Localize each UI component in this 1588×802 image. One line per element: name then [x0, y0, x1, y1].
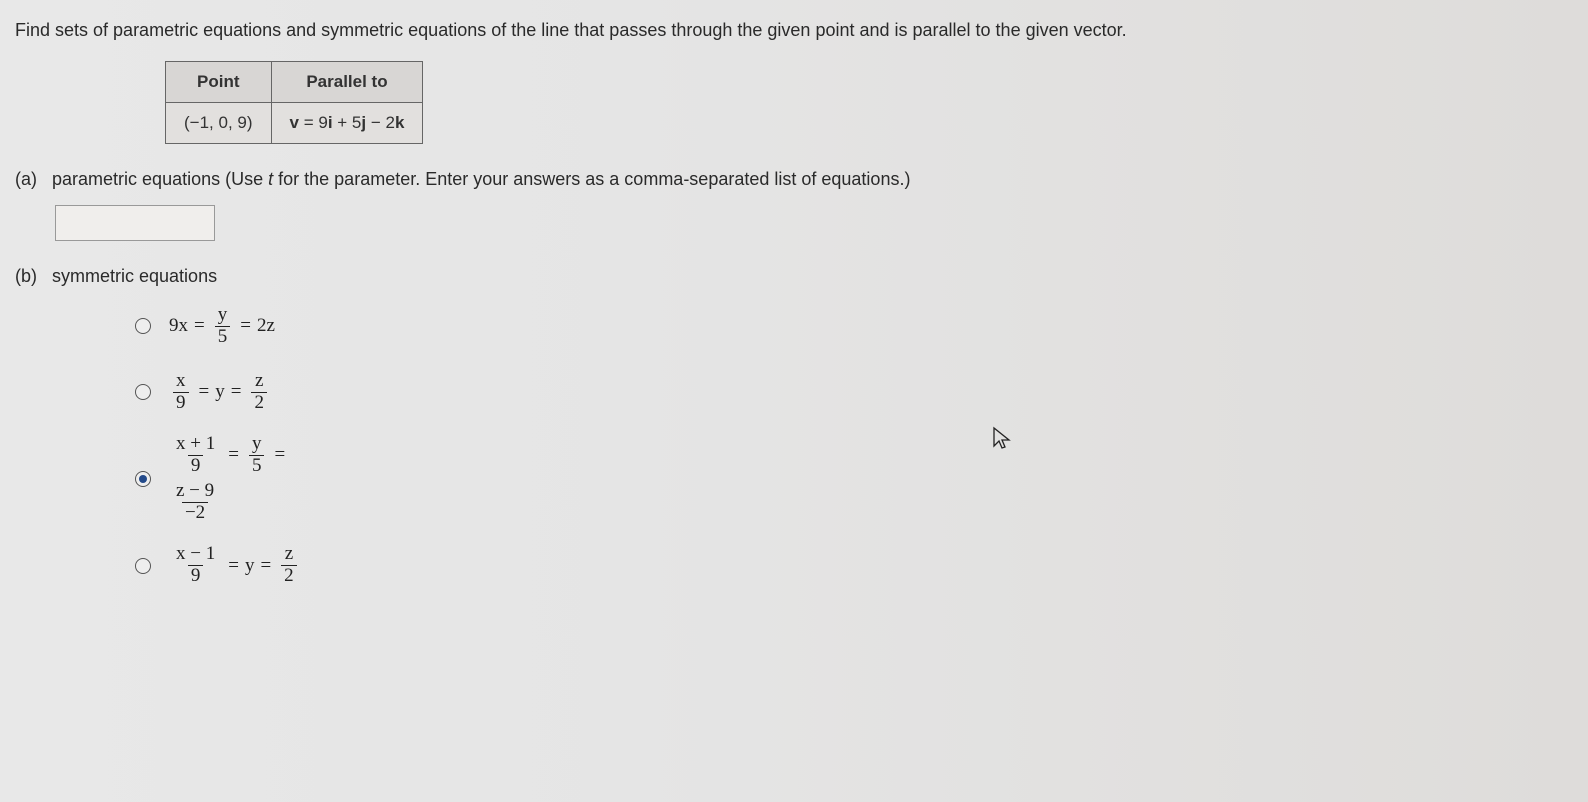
opt2-num1: x: [173, 371, 189, 392]
opt4-eq2: =: [260, 555, 271, 577]
opt2-num2: z: [252, 371, 266, 392]
opt2-frac2: z 2: [251, 371, 267, 414]
radio-option-4[interactable]: [135, 558, 151, 574]
part-b-label: (b): [15, 266, 37, 286]
opt4-frac1: x − 1 9: [173, 544, 218, 587]
vector-plus5: + 5: [333, 113, 362, 132]
vector-v: v: [290, 113, 299, 132]
opt1-den1: 5: [215, 326, 231, 348]
opt3-num1: x + 1: [173, 434, 218, 455]
opt3-num3: z − 9: [173, 481, 217, 502]
opt3-den1: 9: [188, 455, 204, 477]
radio-option-2[interactable]: [135, 384, 151, 400]
opt2-mid: y: [215, 381, 225, 403]
opt4-den1: 9: [188, 565, 204, 587]
opt2-frac1: x 9: [173, 371, 189, 414]
opt4-mid: y: [245, 555, 255, 577]
part-b: (b) symmetric equations: [15, 266, 1573, 287]
opt2-eq1: =: [199, 381, 210, 403]
opt2-den1: 9: [173, 392, 189, 414]
table-cell-vector: v = 9i + 5j − 2k: [271, 103, 423, 144]
opt1-eq1: =: [194, 315, 205, 337]
radio-option-3[interactable]: [135, 471, 151, 487]
part-b-text: symmetric equations: [52, 266, 217, 286]
opt3-frac3: z − 9 −2: [173, 481, 217, 524]
option-2[interactable]: x 9 = y = z 2: [135, 368, 1573, 416]
opt3-num2: y: [249, 434, 265, 455]
part-a-label: (a): [15, 169, 37, 189]
radio-option-1[interactable]: [135, 318, 151, 334]
opt1-eq2: =: [240, 315, 251, 337]
part-a: (a) parametric equations (Use t for the …: [15, 169, 1573, 190]
cursor-icon: [992, 426, 1012, 458]
opt1-lhs: 9x: [169, 315, 188, 337]
opt3-stacked: x + 1 9 = y 5 = z − 9 −2: [169, 434, 291, 524]
given-data-table: Point Parallel to (−1, 0, 9) v = 9i + 5j…: [165, 61, 423, 144]
symmetric-options: 9x = y 5 = 2z x 9 = y = z 2: [135, 302, 1573, 590]
opt2-den2: 2: [251, 392, 267, 414]
opt4-frac2: z 2: [281, 544, 297, 587]
option-3-equation: x + 1 9 = y 5 = z − 9 −2: [169, 434, 291, 524]
vector-eq9: = 9: [299, 113, 328, 132]
option-1-equation: 9x = y 5 = 2z: [169, 305, 275, 348]
opt1-frac1: y 5: [215, 305, 231, 348]
opt3-den2: 5: [249, 455, 265, 477]
table-header-point: Point: [166, 62, 272, 103]
option-2-equation: x 9 = y = z 2: [169, 371, 271, 414]
table-cell-point: (−1, 0, 9): [166, 103, 272, 144]
opt1-num1: y: [215, 305, 231, 326]
question-prompt: Find sets of parametric equations and sy…: [15, 20, 1573, 41]
option-3[interactable]: x + 1 9 = y 5 = z − 9 −2: [135, 434, 1573, 524]
table-header-parallel: Parallel to: [271, 62, 423, 103]
parametric-answer-input[interactable]: [55, 205, 215, 241]
opt2-eq2: =: [231, 381, 242, 403]
vector-minus2: − 2: [366, 113, 395, 132]
vector-k: k: [395, 113, 404, 132]
opt4-num2: z: [282, 544, 296, 565]
opt3-frac2: y 5: [249, 434, 265, 477]
opt1-rhs: 2z: [257, 315, 275, 337]
option-4-equation: x − 1 9 = y = z 2: [169, 544, 301, 587]
opt3-eq1: =: [228, 444, 239, 466]
option-1[interactable]: 9x = y 5 = 2z: [135, 302, 1573, 350]
opt3-eq2: =: [274, 444, 285, 466]
opt4-eq1: =: [228, 555, 239, 577]
opt4-num1: x − 1: [173, 544, 218, 565]
option-4[interactable]: x − 1 9 = y = z 2: [135, 542, 1573, 590]
opt3-den3: −2: [182, 502, 208, 524]
opt3-frac1: x + 1 9: [173, 434, 218, 477]
opt4-den2: 2: [281, 565, 297, 587]
part-a-text1: parametric equations (Use: [52, 169, 268, 189]
part-a-text2: for the parameter. Enter your answers as…: [273, 169, 910, 189]
